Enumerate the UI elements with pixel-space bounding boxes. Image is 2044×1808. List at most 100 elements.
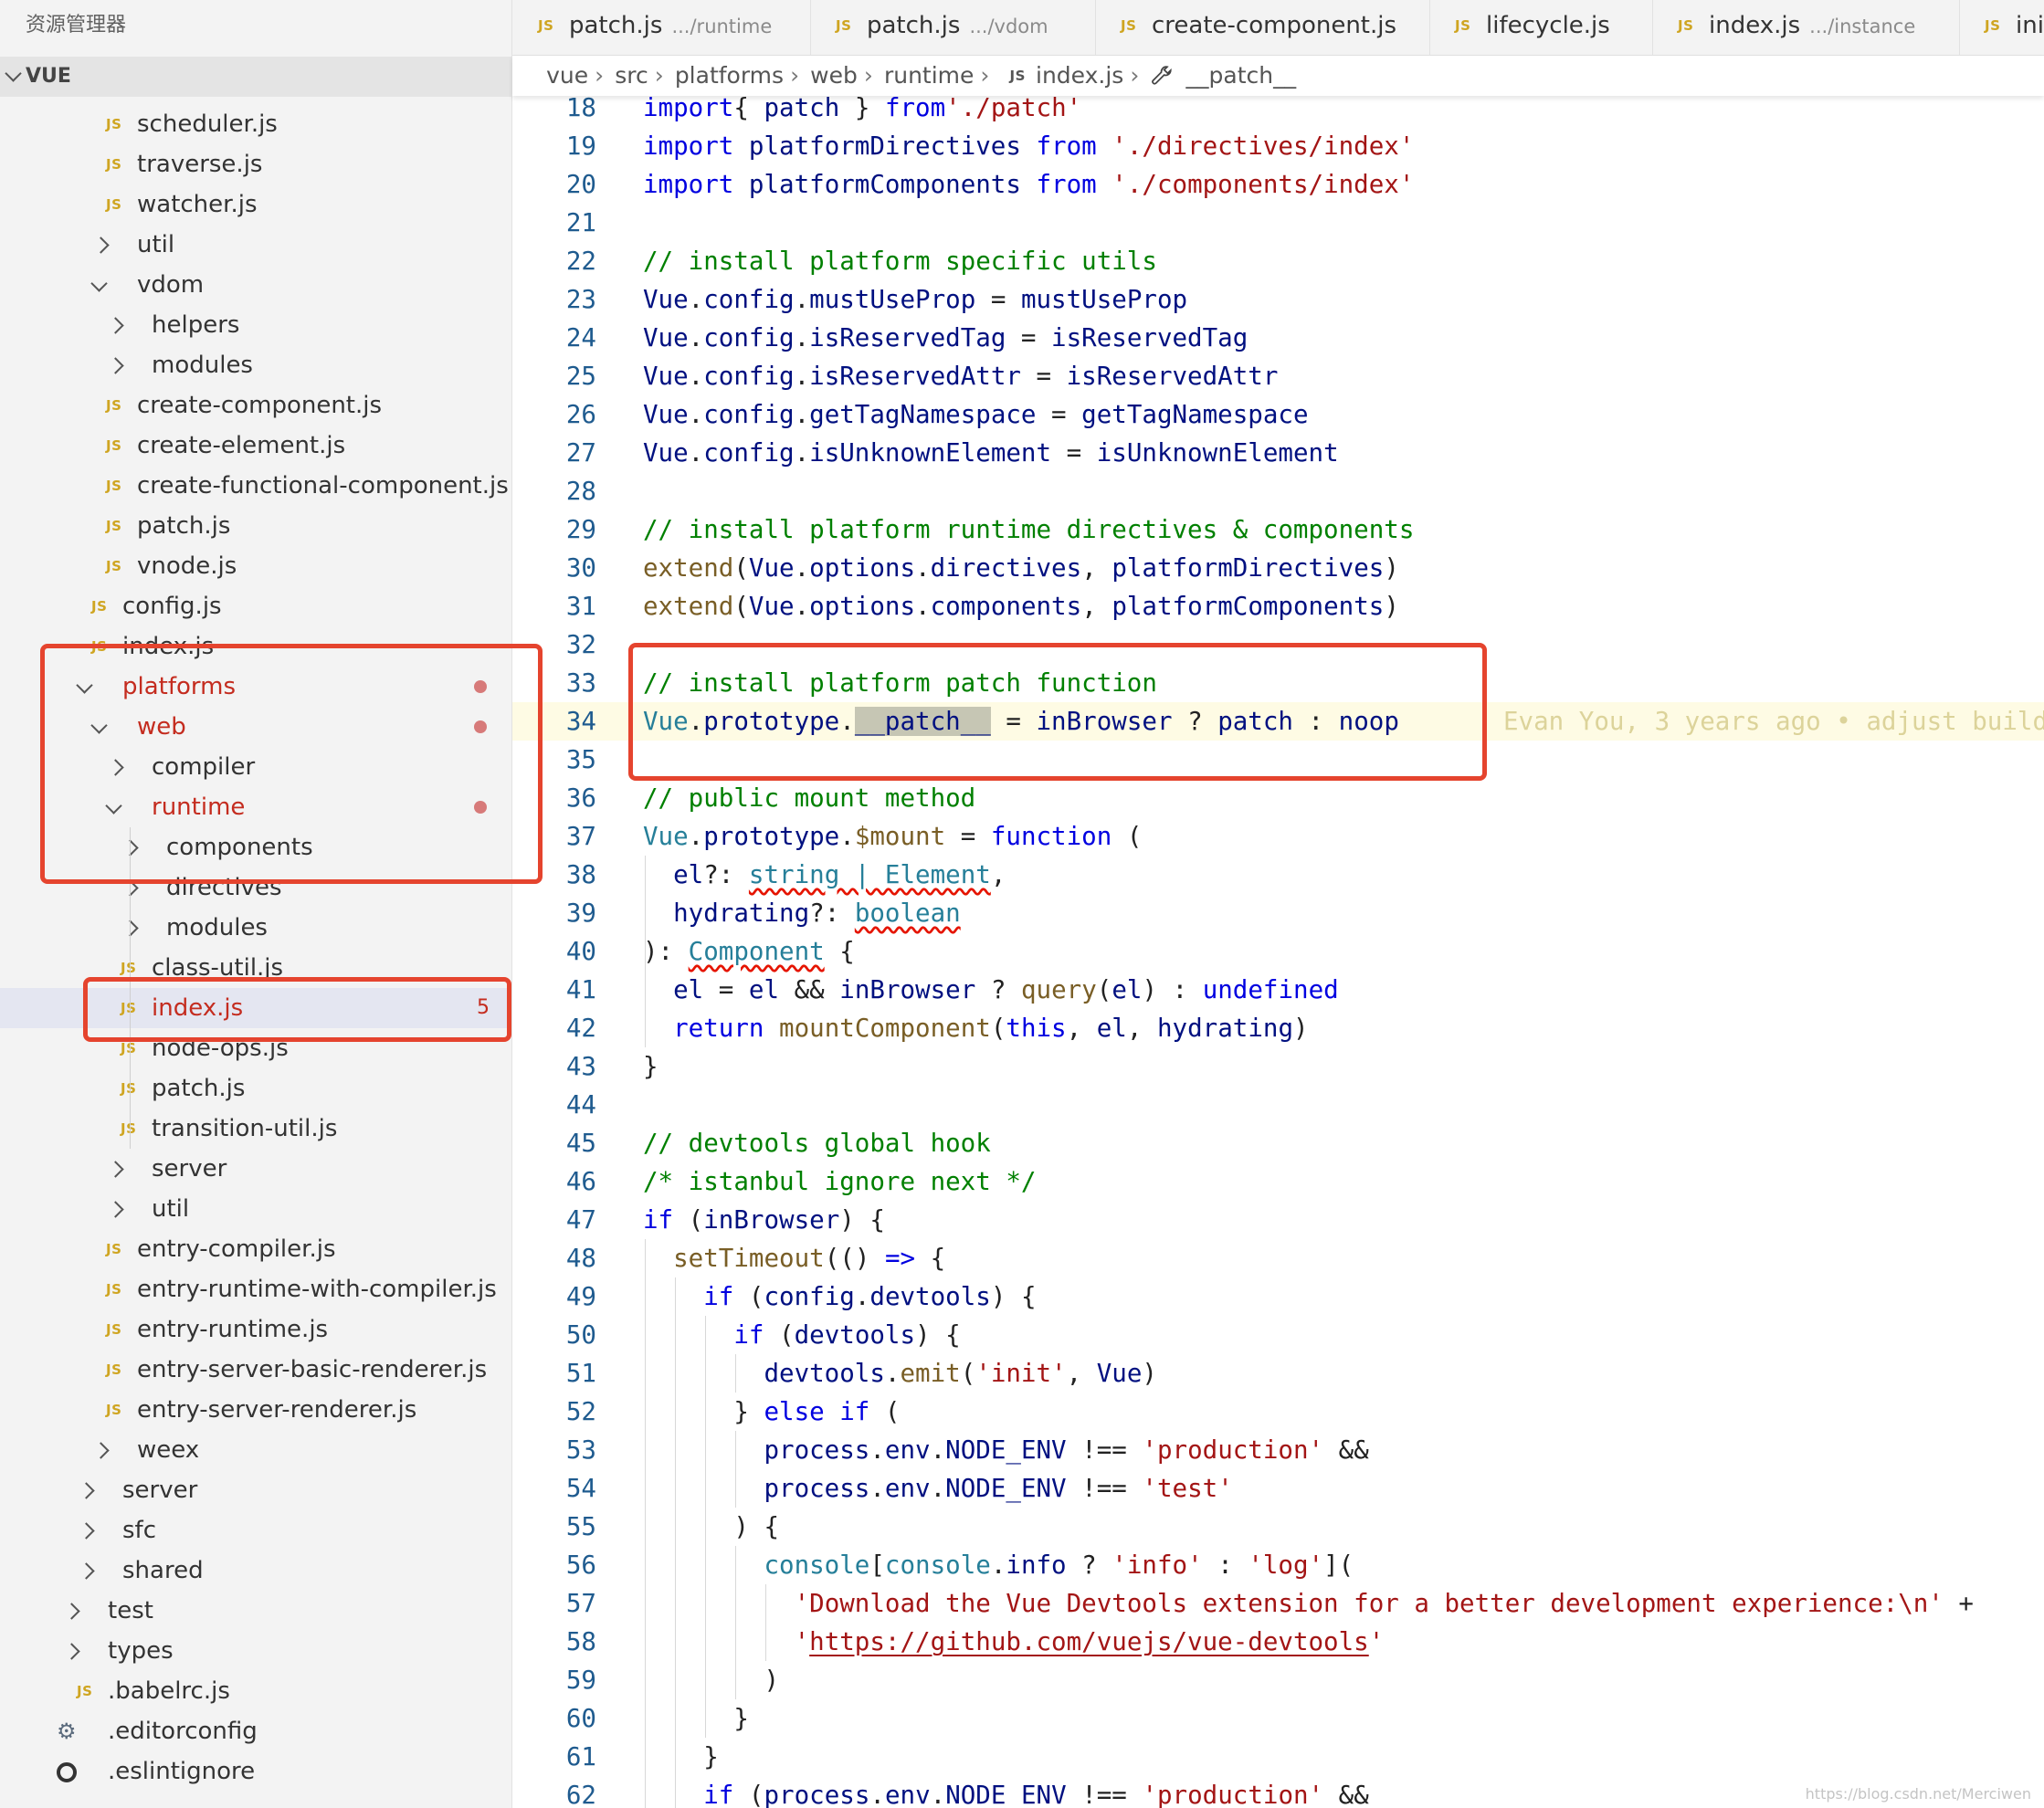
code-line-58[interactable]: 58 'https://github.com/vuejs/vue-devtool… bbox=[512, 1623, 2044, 1661]
tab-create-component-js-2[interactable]: JS create-component.js bbox=[1095, 0, 1430, 55]
tree-file-watcher-js[interactable]: JS watcher.js bbox=[0, 184, 511, 225]
tab-lifecycle-js-3[interactable]: JS lifecycle.js bbox=[1429, 0, 1653, 55]
code-line-43[interactable]: 43} bbox=[512, 1047, 2044, 1086]
tree-file-babelrc-js[interactable]: JS .babelrc.js bbox=[0, 1671, 511, 1711]
tree-file-scheduler-js[interactable]: JS scheduler.js bbox=[0, 104, 511, 144]
code-line-60[interactable]: 60 } bbox=[512, 1699, 2044, 1738]
tree-file-index-js[interactable]: JS index.js bbox=[0, 626, 511, 667]
code-line-44[interactable]: 44 bbox=[512, 1086, 2044, 1124]
tree-file-config-js[interactable]: JS config.js bbox=[0, 586, 511, 626]
tree-file-traverse-js[interactable]: JS traverse.js bbox=[0, 144, 511, 184]
code-line-26[interactable]: 26 Vue.config.getTagNamespace = getTagNam… bbox=[512, 395, 2044, 434]
code-line-46[interactable]: 46 /* istanbul ignore next */ bbox=[512, 1162, 2044, 1201]
code-editor[interactable]: 18 import{ patch } from'./patch' 19 import … bbox=[512, 96, 2044, 1808]
breadcrumb-vue[interactable]: vue bbox=[546, 56, 588, 96]
tree-folder-vdom[interactable]: vdom bbox=[0, 265, 511, 305]
code-line-19[interactable]: 19 import platformDirectives from './dire… bbox=[512, 127, 2044, 165]
tree-file-class-util-js[interactable]: JS class-util.js bbox=[0, 948, 511, 988]
code-line-20[interactable]: 20 import platformComponents from './comp… bbox=[512, 165, 2044, 204]
code-line-39[interactable]: 39 hydrating?: boolean bbox=[512, 894, 2044, 932]
code-line-34[interactable]: 34 Vue.prototype.__patch__ = inBrowser ? … bbox=[512, 702, 2044, 741]
code-line-48[interactable]: 48 setTimeout(() => { bbox=[512, 1239, 2044, 1277]
code-line-29[interactable]: 29 // install platform runtime directives… bbox=[512, 510, 2044, 549]
code-line-27[interactable]: 27 Vue.config.isUnknownElement = isUnknow… bbox=[512, 434, 2044, 472]
code-line-47[interactable]: 47 if (inBrowser) { bbox=[512, 1201, 2044, 1239]
code-line-32[interactable]: 32 bbox=[512, 625, 2044, 664]
code-line-61[interactable]: 61 } bbox=[512, 1738, 2044, 1776]
code-line-22[interactable]: 22 // install platform specific utils bbox=[512, 242, 2044, 280]
tree-folder-runtime[interactable]: runtime bbox=[0, 787, 511, 827]
tree-file-create-component-js[interactable]: JS create-component.js bbox=[0, 385, 511, 426]
tree-folder-shared[interactable]: shared bbox=[0, 1550, 511, 1591]
code-line-25[interactable]: 25 Vue.config.isReservedAttr = isReserved… bbox=[512, 357, 2044, 395]
code-line-51[interactable]: 51 devtools.emit('init', Vue) bbox=[512, 1354, 2044, 1393]
tree-folder-compiler[interactable]: compiler bbox=[0, 747, 511, 787]
tree-file-entry-runtime-with-compiler-js[interactable]: JS entry-runtime-with-compiler.js bbox=[0, 1269, 511, 1309]
code-line-31[interactable]: 31 extend(Vue.options.components, platfor… bbox=[512, 587, 2044, 625]
tree-file-entry-server-renderer-js[interactable]: JS entry-server-renderer.js bbox=[0, 1390, 511, 1430]
tree-file-index-js[interactable]: JS index.js 5 bbox=[0, 988, 511, 1028]
code-line-41[interactable]: 41 el = el && inBrowser ? query(el) : un… bbox=[512, 971, 2044, 1009]
breadcrumb-file[interactable]: index.js bbox=[1036, 56, 1123, 96]
tree-folder-modules[interactable]: modules bbox=[0, 345, 511, 385]
code-line-30[interactable]: 30 extend(Vue.options.directives, platfor… bbox=[512, 549, 2044, 587]
tree-folder-directives[interactable]: directives bbox=[0, 867, 511, 908]
tree-file-entry-server-basic-renderer-js[interactable]: JS entry-server-basic-renderer.js bbox=[0, 1350, 511, 1390]
tab-index-js-4[interactable]: JS index.js .../instance bbox=[1652, 0, 1960, 55]
tree-file-entry-compiler-js[interactable]: JS entry-compiler.js bbox=[0, 1229, 511, 1269]
tree-folder-test[interactable]: test bbox=[0, 1591, 511, 1631]
tree-folder-platforms[interactable]: platforms bbox=[0, 667, 511, 707]
tree-file-create-element-js[interactable]: JS create-element.js bbox=[0, 426, 511, 466]
tree-folder-util[interactable]: util bbox=[0, 225, 511, 265]
tab-patch-js-1[interactable]: JS patch.js .../vdom bbox=[810, 0, 1096, 55]
code-line-35[interactable]: 35 bbox=[512, 741, 2044, 779]
breadcrumb-web[interactable]: web bbox=[810, 56, 858, 96]
code-line-33[interactable]: 33 // install platform patch function bbox=[512, 664, 2044, 702]
code-line-23[interactable]: 23 Vue.config.mustUseProp = mustUseProp bbox=[512, 280, 2044, 319]
code-line-18[interactable]: 18 import{ patch } from'./patch' bbox=[512, 96, 2044, 127]
breadcrumb-runtime[interactable]: runtime bbox=[884, 56, 974, 96]
workspace-root[interactable]: VUE bbox=[0, 57, 511, 97]
tree-file-create-functional-component-js[interactable]: JS create-functional-component.js bbox=[0, 466, 511, 506]
tab-init-5[interactable]: JS init bbox=[1959, 0, 2044, 55]
tree-folder-modules[interactable]: modules bbox=[0, 908, 511, 948]
tree-folder-weex[interactable]: weex bbox=[0, 1430, 511, 1470]
breadcrumb-src[interactable]: src bbox=[615, 56, 648, 96]
tree-folder-sfc[interactable]: sfc bbox=[0, 1510, 511, 1550]
tree-folder-util[interactable]: util bbox=[0, 1189, 511, 1229]
tree-folder-server[interactable]: server bbox=[0, 1149, 511, 1189]
tree-file-eslintignore[interactable]: .eslintignore bbox=[0, 1751, 511, 1792]
tree-folder-server[interactable]: server bbox=[0, 1470, 511, 1510]
code-line-50[interactable]: 50 if (devtools) { bbox=[512, 1316, 2044, 1354]
code-line-38[interactable]: 38 el?: string | Element, bbox=[512, 856, 2044, 894]
tab-patch-js-0[interactable]: JS patch.js .../runtime bbox=[512, 0, 811, 55]
code-line-59[interactable]: 59 ) bbox=[512, 1661, 2044, 1699]
code-line-21[interactable]: 21 bbox=[512, 204, 2044, 242]
tree-file-entry-runtime-js[interactable]: JS entry-runtime.js bbox=[0, 1309, 511, 1350]
code-line-37[interactable]: 37 Vue.prototype.$mount = function ( bbox=[512, 817, 2044, 856]
code-line-55[interactable]: 55 ) { bbox=[512, 1508, 2044, 1546]
code-line-42[interactable]: 42 return mountComponent(this, el, hydra… bbox=[512, 1009, 2044, 1047]
tree-folder-types[interactable]: types bbox=[0, 1631, 511, 1671]
breadcrumb-symbol[interactable]: __patch__ bbox=[1186, 56, 1297, 96]
code-line-56[interactable]: 56 console[console.info ? 'info' : 'log'… bbox=[512, 1546, 2044, 1584]
tree-file-patch-js[interactable]: JS patch.js bbox=[0, 506, 511, 546]
code-line-45[interactable]: 45 // devtools global hook bbox=[512, 1124, 2044, 1162]
breadcrumb-platforms[interactable]: platforms bbox=[675, 56, 784, 96]
tree-folder-helpers[interactable]: helpers bbox=[0, 305, 511, 345]
code-line-49[interactable]: 49 if (config.devtools) { bbox=[512, 1277, 2044, 1316]
tree-file-transition-util-js[interactable]: JS transition-util.js bbox=[0, 1109, 511, 1149]
tree-file-node-ops-js[interactable]: JS node-ops.js bbox=[0, 1028, 511, 1068]
code-line-36[interactable]: 36 // public mount method bbox=[512, 779, 2044, 817]
code-line-57[interactable]: 57 'Download the Vue Devtools extension … bbox=[512, 1584, 2044, 1623]
code-line-40[interactable]: 40): Component { bbox=[512, 932, 2044, 971]
tree-folder-components[interactable]: components bbox=[0, 827, 511, 867]
tree-folder-web[interactable]: web bbox=[0, 707, 511, 747]
tree-file-vnode-js[interactable]: JS vnode.js bbox=[0, 546, 511, 586]
code-line-28[interactable]: 28 bbox=[512, 472, 2044, 510]
code-line-53[interactable]: 53 process.env.NODE_ENV !== 'production'… bbox=[512, 1431, 2044, 1469]
tree-file-patch-js[interactable]: JS patch.js bbox=[0, 1068, 511, 1109]
tree-file-editorconfig[interactable]: ⚙ .editorconfig bbox=[0, 1711, 511, 1751]
code-line-54[interactable]: 54 process.env.NODE_ENV !== 'test' bbox=[512, 1469, 2044, 1508]
code-line-24[interactable]: 24 Vue.config.isReservedTag = isReservedT… bbox=[512, 319, 2044, 357]
